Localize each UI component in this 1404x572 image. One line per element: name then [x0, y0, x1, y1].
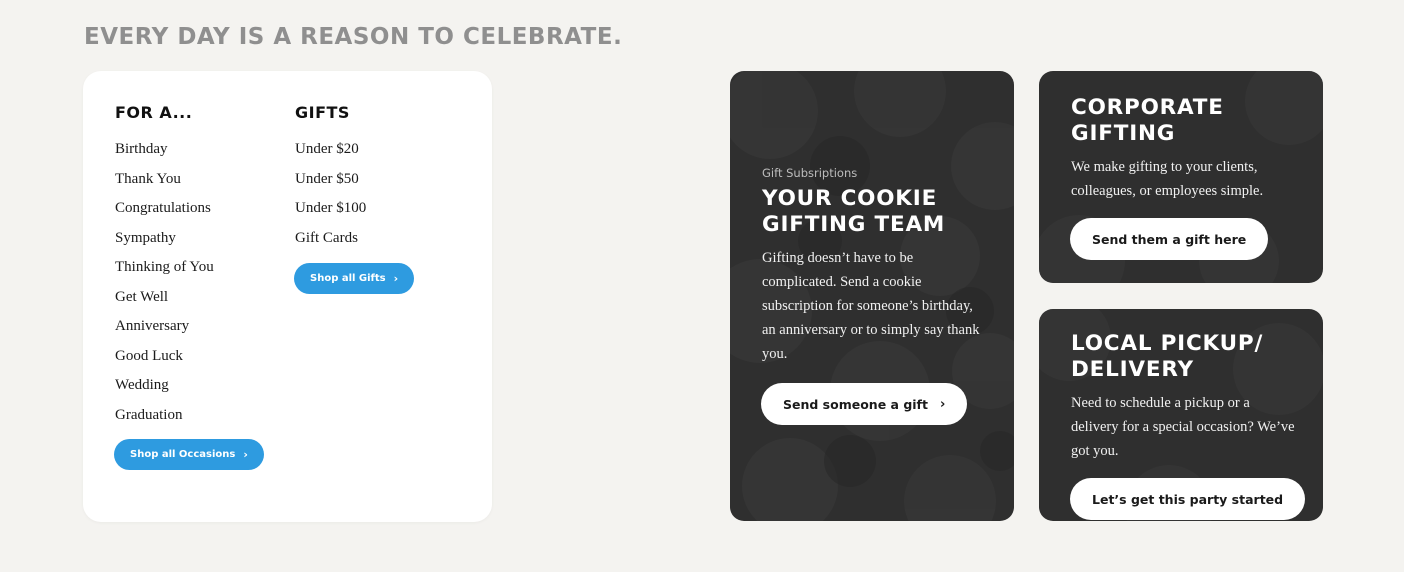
chevron-right-icon: › [243, 448, 248, 461]
corporate-title: CORPORATE GIFTING [1071, 95, 1224, 146]
subscription-card-content: Gift Subsriptions YOUR COOKIE GIFTING TE… [761, 166, 990, 425]
subscription-description: Gifting doesn’t have to be complicated. … [762, 250, 980, 362]
occasion-link-thank-you[interactable]: Thank You [115, 165, 264, 195]
corporate-description: We make gifting to your clients, colleag… [1071, 159, 1264, 199]
party-started-button[interactable]: Let’s get this party started [1070, 478, 1306, 520]
occasions-title: FOR A... [115, 103, 193, 122]
occasions-column: FOR A... Birthday Thank You Congratulati… [114, 102, 264, 470]
page-headline: EVERY DAY IS A REASON TO CELEBRATE. [84, 24, 623, 50]
gifts-column: GIFTS Under $20 Under $50 Under $100 Gif… [294, 102, 415, 294]
send-someone-a-gift-label: Send someone a gift [783, 396, 928, 412]
occasion-link-graduation[interactable]: Graduation [115, 401, 264, 431]
occasion-link-congratulations[interactable]: Congratulations [115, 194, 264, 224]
occasion-link-anniversary[interactable]: Anniversary [115, 312, 264, 342]
occasion-link-sympathy[interactable]: Sympathy [115, 224, 264, 254]
shop-all-occasions-label: Shop all Occasions [130, 449, 236, 460]
shop-all-occasions-button[interactable]: Shop all Occasions › [114, 439, 264, 470]
gift-link-gift-cards[interactable]: Gift Cards [295, 224, 414, 254]
gift-link-under-100[interactable]: Under $100 [295, 194, 414, 224]
chevron-right-icon: › [939, 396, 946, 412]
local-pickup-delivery-card: LOCAL PICKUP/ DELIVERY Need to schedule … [1039, 309, 1323, 521]
occasion-link-birthday[interactable]: Birthday [115, 135, 264, 165]
corporate-gifting-card: CORPORATE GIFTING We make gifting to you… [1039, 71, 1323, 283]
party-started-label: Let’s get this party started [1092, 491, 1284, 507]
send-them-a-gift-label: Send them a gift here [1092, 231, 1247, 247]
local-card-content: LOCAL PICKUP/ DELIVERY Need to schedule … [1070, 331, 1306, 520]
subscription-title: YOUR COOKIE GIFTING TEAM [762, 186, 946, 237]
local-description: Need to schedule a pickup or a delivery … [1071, 395, 1295, 459]
local-title: LOCAL PICKUP/ DELIVERY [1071, 331, 1264, 382]
occasion-link-wedding[interactable]: Wedding [115, 371, 264, 401]
gift-link-under-20[interactable]: Under $20 [295, 135, 414, 165]
shop-all-gifts-label: Shop all Gifts [310, 273, 386, 284]
subscription-eyebrow: Gift Subsriptions [762, 166, 858, 180]
occasion-link-get-well[interactable]: Get Well [115, 283, 264, 313]
gift-subscription-card: Gift Subsriptions YOUR COOKIE GIFTING TE… [730, 71, 1014, 521]
occasion-link-thinking-of-you[interactable]: Thinking of You [115, 253, 264, 283]
gift-link-under-50[interactable]: Under $50 [295, 165, 414, 195]
gifts-list: Under $20 Under $50 Under $100 Gift Card… [295, 135, 414, 253]
gift-menu-card: FOR A... Birthday Thank You Congratulati… [83, 71, 492, 522]
send-them-a-gift-button[interactable]: Send them a gift here [1070, 218, 1269, 260]
occasions-list: Birthday Thank You Congratulations Sympa… [115, 135, 264, 430]
occasion-link-good-luck[interactable]: Good Luck [115, 342, 264, 372]
gifts-title: GIFTS [295, 103, 350, 122]
send-someone-a-gift-button[interactable]: Send someone a gift › [761, 383, 968, 425]
chevron-right-icon: › [393, 272, 399, 285]
shop-all-gifts-button[interactable]: Shop all Gifts › [294, 263, 415, 294]
corporate-card-content: CORPORATE GIFTING We make gifting to you… [1070, 95, 1299, 260]
